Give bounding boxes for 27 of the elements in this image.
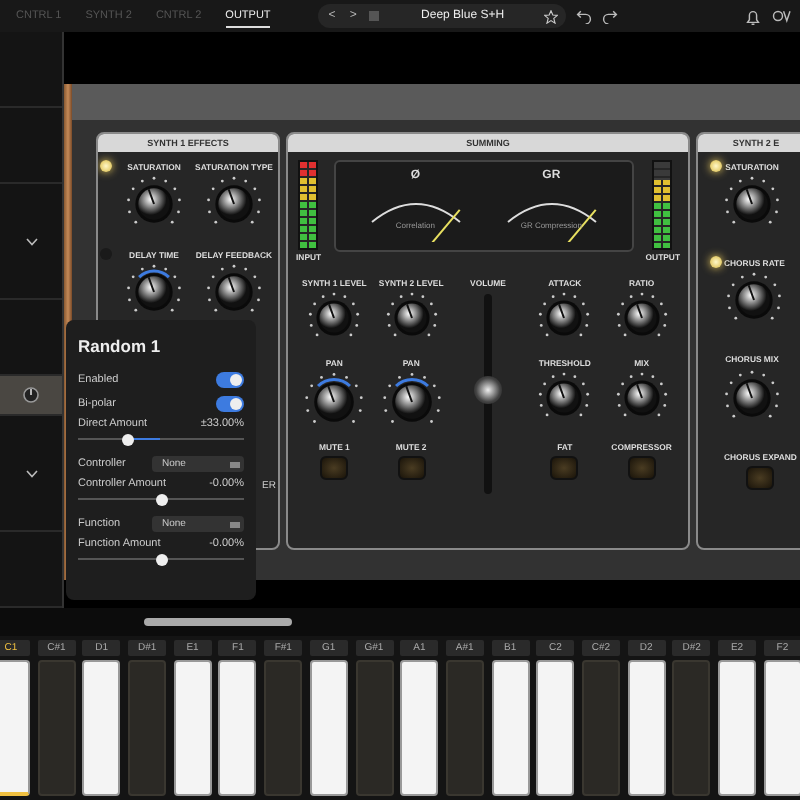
slider-thumb[interactable]	[155, 553, 167, 565]
piano-key[interactable]	[763, 660, 800, 796]
fader-handle[interactable]	[473, 376, 502, 405]
chevron-icon[interactable]	[25, 237, 37, 245]
popup-title: Random 1	[78, 336, 163, 356]
piano-key[interactable]	[173, 660, 212, 796]
piano-key[interactable]	[400, 660, 439, 796]
piano-key[interactable]	[627, 660, 666, 796]
star-icon[interactable]	[544, 9, 559, 23]
piano-key[interactable]	[309, 660, 348, 796]
piano-key[interactable]	[82, 660, 121, 796]
logo-icon[interactable]	[772, 8, 792, 24]
chevron-icon[interactable]	[25, 469, 37, 477]
scrollbar-thumb[interactable]	[144, 618, 292, 626]
dropdown-icon	[230, 461, 240, 467]
undo-icon[interactable]	[576, 8, 593, 24]
piano-key[interactable]	[491, 660, 530, 796]
slider-thumb[interactable]	[121, 433, 134, 445]
piano-key[interactable]	[218, 660, 257, 796]
piano-key[interactable]	[536, 660, 575, 796]
slider-thumb[interactable]	[155, 493, 167, 505]
dropdown-icon	[230, 521, 240, 527]
toggle-switch[interactable]	[216, 372, 244, 388]
knob-icon[interactable]	[22, 386, 40, 404]
bell-icon[interactable]	[744, 7, 762, 25]
toggle-switch[interactable]	[216, 396, 244, 412]
redo-icon[interactable]	[602, 8, 619, 24]
